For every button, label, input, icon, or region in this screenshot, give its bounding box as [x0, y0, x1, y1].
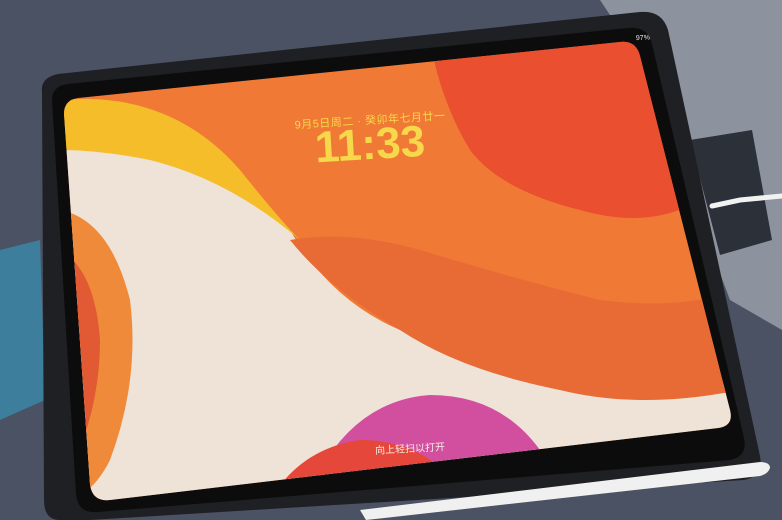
lockscreen-time: 11:33 — [313, 116, 427, 173]
left-blue-object — [0, 240, 45, 420]
